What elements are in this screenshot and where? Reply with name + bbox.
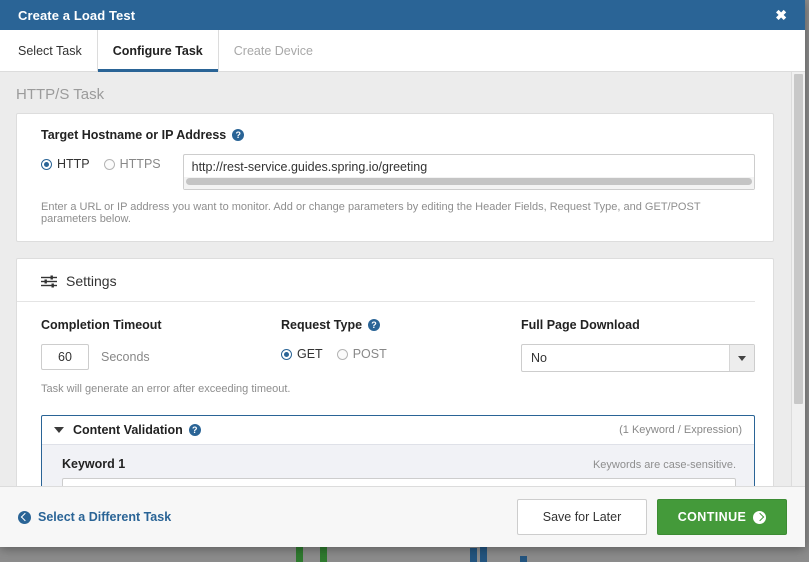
content-validation-body: Keyword 1 Keywords are case-sensitive. H…: [42, 444, 754, 486]
tab-configure-task[interactable]: Configure Task: [98, 30, 219, 71]
completion-timeout-input[interactable]: 60: [41, 344, 89, 370]
help-icon[interactable]: ?: [368, 319, 380, 331]
save-for-later-button[interactable]: Save for Later: [517, 499, 647, 535]
tab-create-device-label: Create Device: [234, 44, 313, 58]
help-icon[interactable]: ?: [232, 129, 244, 141]
target-hostname-card: Target Hostname or IP Address ? HTTP HTT…: [16, 113, 774, 242]
request-type-radio-post[interactable]: POST: [337, 347, 387, 361]
request-type-radio-group: GET POST: [281, 344, 521, 361]
modal-title: Create a Load Test: [18, 8, 135, 23]
tab-create-device[interactable]: Create Device: [219, 30, 328, 71]
target-url-field[interactable]: http://rest-service.guides.spring.io/gre…: [183, 154, 755, 190]
select-different-task-label: Select a Different Task: [38, 510, 171, 524]
keywords-case-note: Keywords are case-sensitive.: [593, 459, 736, 471]
radio-dot-icon: [104, 159, 115, 170]
create-load-test-modal: Create a Load Test ✖ Select Task Configu…: [0, 0, 805, 547]
request-type-post-label: POST: [353, 347, 387, 361]
full-page-download-value: No: [522, 351, 729, 365]
body-vertical-scrollbar[interactable]: [791, 72, 805, 486]
close-icon[interactable]: ✖: [771, 6, 791, 24]
tab-select-task[interactable]: Select Task: [18, 30, 98, 71]
protocol-radio-group: HTTP HTTPS: [41, 154, 161, 171]
keyword-1-input[interactable]: Hello: [62, 478, 736, 486]
completion-timeout-hint: Task will generate an error after exceed…: [41, 383, 755, 395]
sliders-icon: [41, 275, 57, 288]
content-validation-count: (1 Keyword / Expression): [619, 424, 742, 436]
target-hostname-label-text: Target Hostname or IP Address: [41, 128, 226, 142]
wizard-tabs: Select Task Configure Task Create Device: [0, 30, 805, 72]
full-page-download-group: Full Page Download No: [521, 318, 755, 372]
radio-dot-icon: [281, 349, 292, 360]
arrow-left-icon: [18, 511, 31, 524]
completion-timeout-label: Completion Timeout: [41, 318, 281, 332]
continue-label: CONTINUE: [678, 510, 746, 524]
target-hostname-label: Target Hostname or IP Address ?: [41, 128, 755, 142]
settings-header: Settings: [17, 259, 755, 302]
select-different-task-link[interactable]: Select a Different Task: [18, 510, 171, 524]
modal-titlebar: Create a Load Test ✖: [0, 0, 805, 30]
protocol-http-label: HTTP: [57, 157, 90, 171]
protocol-https-label: HTTPS: [120, 157, 161, 171]
chevron-down-icon[interactable]: [54, 427, 64, 433]
full-page-download-label: Full Page Download: [521, 318, 755, 332]
content-validation-title: Content Validation: [73, 423, 183, 437]
full-page-download-label-text: Full Page Download: [521, 318, 640, 332]
request-type-radio-get[interactable]: GET: [281, 347, 323, 361]
target-hostname-hint: Enter a URL or IP address you want to mo…: [41, 201, 755, 225]
page-title: HTTP/S Task: [0, 72, 792, 113]
tab-select-task-label: Select Task: [18, 44, 82, 58]
continue-button[interactable]: CONTINUE: [657, 499, 787, 535]
request-type-label: Request Type ?: [281, 318, 521, 332]
save-for-later-label: Save for Later: [543, 510, 622, 524]
completion-timeout-units: Seconds: [101, 350, 150, 364]
target-url-value[interactable]: http://rest-service.guides.spring.io/gre…: [184, 155, 754, 177]
modal-body-scroll-content: HTTP/S Task Target Hostname or IP Addres…: [0, 72, 792, 486]
arrow-right-icon: [753, 511, 766, 524]
settings-card: Settings Completion Timeout 60 Seconds: [16, 258, 774, 486]
modal-footer: Select a Different Task Save for Later C…: [0, 486, 805, 547]
request-type-group: Request Type ? GET POST: [281, 318, 521, 372]
radio-dot-icon: [41, 159, 52, 170]
keyword-1-label: Keyword 1: [62, 457, 125, 471]
help-icon[interactable]: ?: [189, 424, 201, 436]
tab-configure-task-label: Configure Task: [113, 44, 203, 58]
completion-timeout-label-text: Completion Timeout: [41, 318, 162, 332]
content-validation-header[interactable]: Content Validation ? (1 Keyword / Expres…: [42, 416, 754, 444]
settings-heading: Settings: [66, 273, 117, 289]
content-validation-panel: Content Validation ? (1 Keyword / Expres…: [41, 415, 755, 486]
full-page-download-select[interactable]: No: [521, 344, 755, 372]
modal-body: HTTP/S Task Target Hostname or IP Addres…: [0, 72, 805, 486]
request-type-get-label: GET: [297, 347, 323, 361]
chevron-down-icon[interactable]: [729, 345, 754, 371]
radio-dot-icon: [337, 349, 348, 360]
protocol-radio-https[interactable]: HTTPS: [104, 157, 161, 171]
completion-timeout-group: Completion Timeout 60 Seconds: [41, 318, 281, 372]
target-url-horizontal-scrollbar[interactable]: [184, 177, 754, 189]
protocol-radio-http[interactable]: HTTP: [41, 157, 90, 171]
scrollbar-thumb[interactable]: [794, 74, 803, 404]
request-type-label-text: Request Type: [281, 318, 362, 332]
